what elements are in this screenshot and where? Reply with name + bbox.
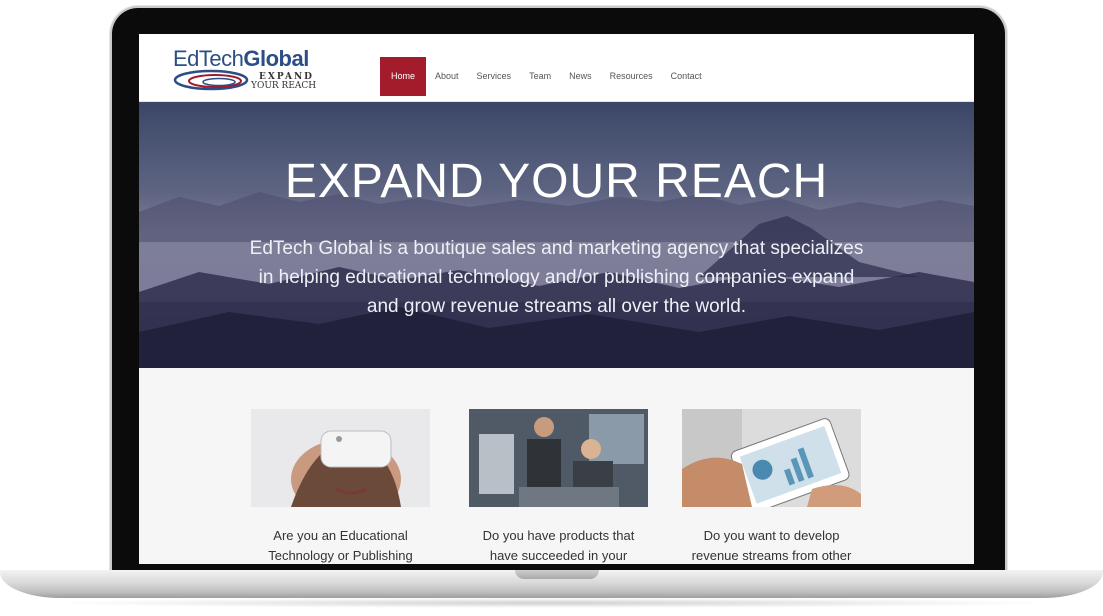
site-header: EdTechGlobal EXPAND YOUR REACH Home Abou… [139, 34, 974, 102]
laptop-notch [515, 570, 599, 579]
card-question-text: Do you have products that have succeeded… [482, 528, 635, 563]
card-question-text: Do you want to develop revenue streams f… [691, 528, 852, 563]
nav-contact[interactable]: Contact [662, 57, 711, 96]
hero-title: EXPAND YOUR REACH [284, 155, 829, 208]
card-question-text: Are you an Educational Technology or Pub… [268, 528, 413, 563]
tablet-charts-image[interactable] [682, 409, 861, 507]
card-educational-technology[interactable]: Are you an Educational Technology or Pub… [251, 409, 430, 564]
nav-home[interactable]: Home [380, 57, 427, 96]
laptop-shadow [40, 598, 1060, 608]
nav-news[interactable]: News [560, 57, 601, 96]
logo-tagline-reach: YOUR REACH [251, 81, 317, 91]
card-successful-products[interactable]: Do you have products that have succeeded… [469, 409, 648, 564]
site-logo[interactable]: EdTechGlobal EXPAND YOUR REACH [173, 46, 333, 94]
hero-description: EdTech Global is a boutique sales and ma… [249, 238, 864, 317]
main-nav: Home About Services Team News Resources … [380, 57, 711, 96]
card-revenue-streams[interactable]: Do you want to develop revenue streams f… [682, 409, 861, 564]
website-screen: EdTechGlobal EXPAND YOUR REACH Home Abou… [139, 34, 974, 564]
nav-about[interactable]: About [426, 57, 468, 96]
engineers-image[interactable] [469, 409, 648, 507]
nav-team[interactable]: Team [520, 57, 560, 96]
hero-section: EXPAND YOUR REACH EdTech Global is a bou… [139, 102, 974, 368]
logo-swoosh-icon [173, 69, 249, 91]
nav-services[interactable]: Services [468, 57, 521, 96]
nav-resources[interactable]: Resources [601, 57, 662, 96]
vr-headset-image[interactable] [251, 409, 430, 507]
